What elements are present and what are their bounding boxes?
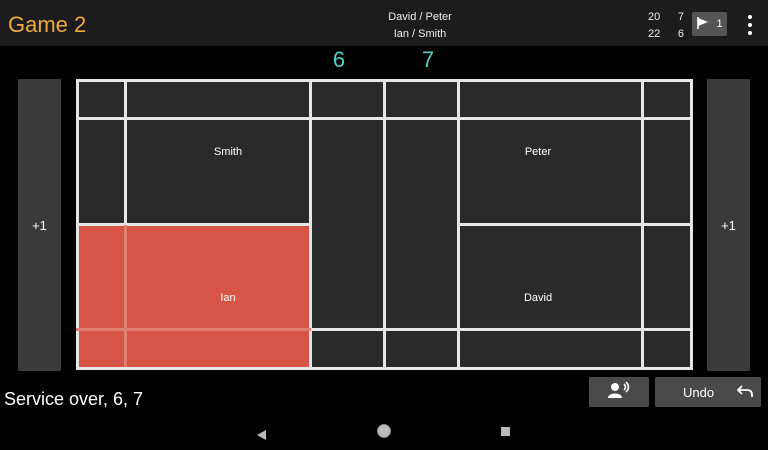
player-bottom-right: David <box>523 292 553 304</box>
player-top-right: Peter <box>524 146 552 158</box>
shuttle-count: 1 <box>716 18 723 30</box>
score-bottom-game2: 6 <box>677 28 684 40</box>
back-icon[interactable] <box>257 427 267 445</box>
announce-button[interactable] <box>589 377 649 407</box>
shuttlecock-flag-icon <box>696 16 710 33</box>
undo-button[interactable]: Undo <box>655 377 761 407</box>
court-line <box>76 328 311 331</box>
undo-label: Undo <box>683 384 715 400</box>
court-line <box>76 223 311 226</box>
score-row-bottom: 22 6 <box>648 26 684 43</box>
court-line <box>76 117 693 120</box>
badminton-court: Smith Ian Peter David <box>76 79 693 370</box>
score-top-game1: 20 <box>648 11 661 23</box>
current-score-right: 7 <box>421 47 435 72</box>
team-top-name: David / Peter <box>388 11 452 23</box>
game-title: Game 2 <box>8 12 87 37</box>
score-bottom-game1: 22 <box>648 28 661 40</box>
court-line <box>124 225 127 367</box>
undo-icon <box>736 384 753 403</box>
player-bottom-left: Ian <box>220 292 236 304</box>
status-text: Service over, 6, 7 <box>4 389 144 409</box>
player-top-left: Smith <box>213 146 243 158</box>
more-vert-icon[interactable] <box>742 15 758 35</box>
team-bottom-name: Ian / Smith <box>393 28 447 40</box>
court-line <box>124 79 127 225</box>
speak-icon <box>607 380 631 404</box>
top-bar: Game 2 David / Peter Ian / Smith 20 7 22… <box>0 0 768 46</box>
right-plus-one-button[interactable]: +1 <box>707 79 750 371</box>
game-scores: 20 7 22 6 <box>648 9 684 43</box>
court-line <box>457 223 693 226</box>
court-line <box>383 79 386 370</box>
current-score-left: 6 <box>332 47 346 72</box>
left-plus-one-button[interactable]: +1 <box>18 79 61 371</box>
system-nav-bar <box>0 415 768 450</box>
shuttle-count-button[interactable]: 1 <box>692 12 727 36</box>
score-top-game2: 7 <box>677 11 684 23</box>
recents-icon[interactable] <box>501 427 510 436</box>
court-line <box>311 328 693 331</box>
team-names: David / Peter Ian / Smith <box>330 9 510 43</box>
score-row-top: 20 7 <box>648 9 684 26</box>
home-icon[interactable] <box>377 424 391 438</box>
